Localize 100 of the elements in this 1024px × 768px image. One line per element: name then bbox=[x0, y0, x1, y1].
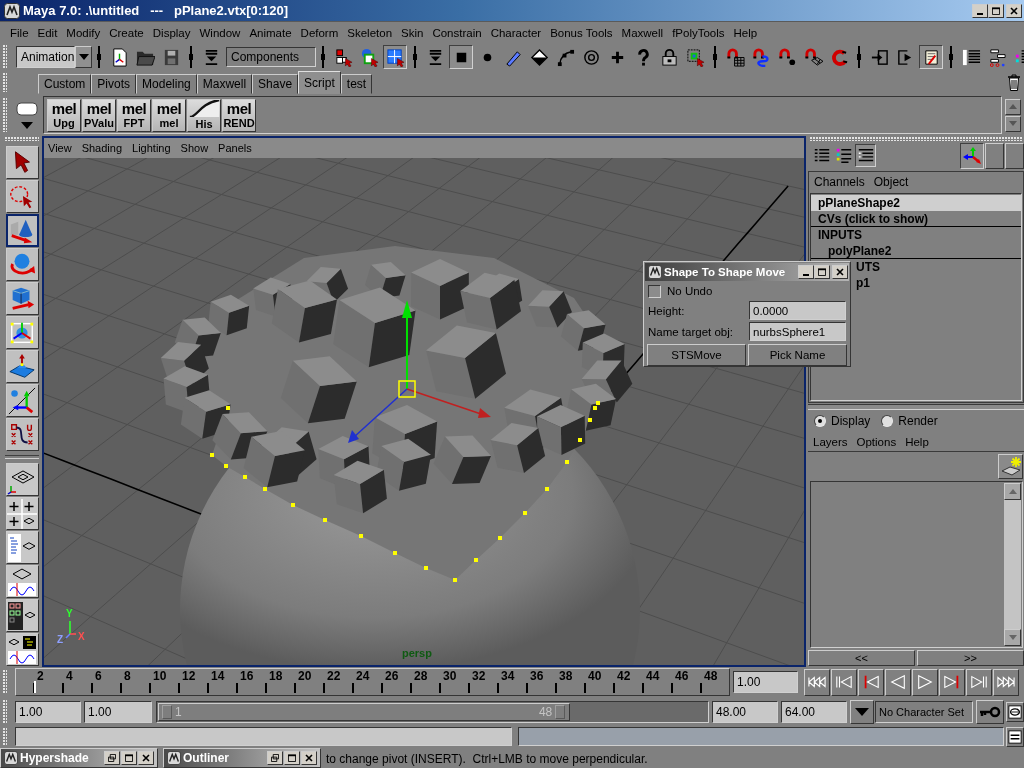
grip-handle[interactable] bbox=[3, 98, 7, 132]
grip-handle[interactable] bbox=[5, 137, 39, 141]
pane-splitter[interactable] bbox=[808, 404, 1024, 410]
menu-item[interactable]: Character bbox=[490, 26, 542, 39]
menu-item[interactable]: Shading bbox=[81, 142, 123, 154]
vertical-scrollbar[interactable] bbox=[1004, 483, 1021, 646]
play-icon[interactable] bbox=[912, 668, 938, 696]
menu-item[interactable]: Display bbox=[152, 26, 191, 39]
shelf-tab[interactable]: Custom bbox=[38, 74, 92, 94]
list-view-layout-icon[interactable] bbox=[5, 531, 39, 564]
cube-scale-icon[interactable] bbox=[5, 282, 39, 315]
sphere-rotate-icon[interactable] bbox=[5, 248, 39, 281]
menu-item[interactable]: Options bbox=[856, 435, 897, 448]
lines-box-icon[interactable] bbox=[1006, 726, 1024, 747]
range-slider-bar[interactable] bbox=[158, 703, 570, 721]
minimized-window[interactable]: Hypershade bbox=[0, 748, 158, 768]
menu-item[interactable]: Layers bbox=[813, 435, 848, 448]
paper-pencil-icon[interactable] bbox=[919, 45, 943, 69]
menu-item[interactable]: Animate bbox=[249, 26, 292, 39]
current-time-marker[interactable] bbox=[33, 681, 36, 693]
menu-item[interactable]: fPolyTools bbox=[672, 26, 725, 39]
close-button[interactable] bbox=[301, 751, 317, 765]
menu-item[interactable]: File bbox=[10, 26, 29, 39]
menu-item[interactable]: View bbox=[48, 142, 72, 154]
rounded-tab-icon[interactable] bbox=[16, 101, 38, 116]
trash-icon[interactable] bbox=[1007, 72, 1021, 91]
playback-end-field[interactable]: 48.00 bbox=[712, 701, 778, 723]
end-time-field[interactable]: 64.00 bbox=[781, 701, 847, 723]
command-input-field[interactable] bbox=[15, 727, 512, 746]
shelf-button[interactable]: mel Upg bbox=[47, 98, 81, 132]
close-button[interactable] bbox=[832, 265, 848, 279]
page-button[interactable]: << bbox=[808, 650, 915, 666]
shelf-tab[interactable]: test bbox=[340, 74, 373, 94]
skip-to-end-icon[interactable] bbox=[993, 668, 1019, 696]
selection-mode-menu[interactable]: Components bbox=[226, 47, 316, 67]
blank-toggle-button[interactable] bbox=[985, 142, 1004, 169]
scroll-up-button[interactable] bbox=[1005, 98, 1021, 115]
shelf-tab[interactable]: Shave bbox=[252, 74, 299, 94]
dialog-button[interactable]: STSMove bbox=[647, 344, 746, 366]
grip-handle[interactable] bbox=[3, 73, 7, 92]
curve-crosses-icon[interactable] bbox=[5, 418, 39, 451]
menu-item[interactable]: Skin bbox=[401, 26, 424, 39]
grip-handle[interactable] bbox=[3, 728, 7, 745]
scroll-down-button[interactable] bbox=[1004, 629, 1021, 646]
shelf-tab[interactable]: Pivots bbox=[91, 74, 137, 94]
menu-item[interactable]: Modify bbox=[66, 26, 101, 39]
three-view-layout-icon[interactable] bbox=[5, 633, 39, 666]
attribute-name[interactable]: CVs (click to show) bbox=[818, 211, 929, 226]
checkbox[interactable] bbox=[648, 284, 661, 298]
menu-item[interactable]: Lighting bbox=[132, 142, 171, 154]
grip-handle[interactable] bbox=[3, 45, 7, 69]
grid-cursor-icon[interactable] bbox=[383, 45, 407, 69]
maximize-button[interactable] bbox=[284, 751, 300, 765]
menu-item[interactable]: Help bbox=[905, 435, 929, 448]
shelf-button[interactable]: mel REND bbox=[222, 98, 256, 132]
dialog-button[interactable]: Pick Name bbox=[748, 344, 847, 366]
shelf-tab[interactable]: Script bbox=[298, 71, 341, 94]
play-backwards-icon[interactable] bbox=[885, 668, 911, 696]
menu-item[interactable]: Panels bbox=[218, 142, 252, 154]
shelf-button[interactable]: His bbox=[187, 98, 221, 132]
page-button[interactable]: >> bbox=[917, 650, 1024, 666]
arrow-cursor-icon[interactable] bbox=[5, 146, 39, 179]
grip-handle[interactable] bbox=[3, 700, 7, 724]
shelf-button[interactable]: mel mel bbox=[152, 98, 186, 132]
menu-item[interactable]: Maxwell bbox=[621, 26, 664, 39]
shelf-tab[interactable]: Modeling bbox=[136, 74, 197, 94]
lasso-cursor-icon[interactable] bbox=[5, 180, 39, 213]
step-back-key-icon[interactable] bbox=[831, 668, 857, 696]
menu-item[interactable]: Channels bbox=[814, 175, 865, 189]
maximize-button[interactable] bbox=[121, 751, 137, 765]
blank-toggle-button[interactable] bbox=[1005, 142, 1024, 169]
minimized-window[interactable]: Outliner bbox=[163, 748, 321, 768]
oval-box-icon[interactable] bbox=[1006, 702, 1024, 722]
scroll-up-button[interactable] bbox=[1004, 483, 1021, 500]
menu-item[interactable]: Bonus Tools bbox=[550, 26, 613, 39]
sphere-axes-icon[interactable] bbox=[5, 384, 39, 417]
minimize-button[interactable] bbox=[972, 3, 988, 18]
grip-handle[interactable] bbox=[3, 670, 7, 694]
restore-button[interactable] bbox=[104, 751, 120, 765]
down-arrow-icon[interactable] bbox=[21, 121, 33, 129]
menu-item[interactable]: Deform bbox=[300, 26, 339, 39]
menu-item[interactable]: Window bbox=[199, 26, 241, 39]
text-field[interactable]: nurbsSphere1 bbox=[749, 322, 846, 341]
maximize-button[interactable] bbox=[814, 265, 830, 279]
object-name-row[interactable]: pPlaneShape2 bbox=[811, 195, 1021, 211]
radio-button[interactable] bbox=[814, 415, 826, 427]
grip-handle[interactable] bbox=[810, 137, 1022, 141]
step-forward-key-icon[interactable] bbox=[966, 668, 992, 696]
indented-list-icon[interactable] bbox=[855, 144, 876, 167]
sphere-cage-icon[interactable] bbox=[5, 316, 39, 349]
node-grid-layout-icon[interactable] bbox=[5, 599, 39, 632]
close-button[interactable] bbox=[1006, 3, 1022, 18]
start-time-field[interactable]: 1.00 bbox=[15, 701, 81, 723]
minimize-button[interactable] bbox=[798, 265, 814, 279]
close-button[interactable] bbox=[138, 751, 154, 765]
radio-button[interactable] bbox=[881, 415, 894, 427]
range-handle[interactable] bbox=[162, 705, 172, 719]
step-back-frame-icon[interactable] bbox=[858, 668, 884, 696]
playback-start-field[interactable]: 1.00 bbox=[84, 701, 152, 723]
shelf-button[interactable]: mel FPT bbox=[117, 98, 151, 132]
